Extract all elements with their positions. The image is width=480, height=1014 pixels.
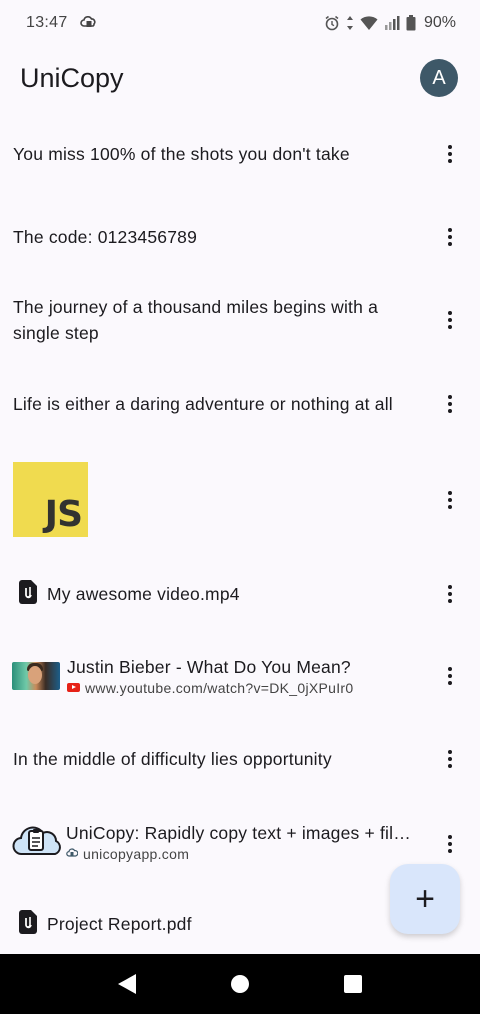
unicopy-notification-icon	[79, 14, 98, 32]
battery-icon	[406, 15, 416, 31]
link-body: UniCopy: Rapidly copy text + images + fi…	[66, 823, 426, 862]
clip-text: Life is either a daring adventure or not…	[13, 394, 393, 414]
clip-text: The journey of a thousand miles begins w…	[13, 297, 379, 343]
app-title: UniCopy	[20, 62, 124, 93]
status-time: 13:47	[26, 14, 68, 31]
back-icon[interactable]	[117, 974, 136, 994]
list-item[interactable]: You miss 100% of the shots you don't tak…	[0, 132, 480, 176]
more-options-icon[interactable]	[439, 392, 461, 416]
javascript-logo-image: JS	[13, 462, 88, 537]
home-icon[interactable]	[230, 975, 249, 993]
plus-icon: +	[415, 880, 435, 918]
status-icons: 90%	[324, 14, 456, 32]
list-item[interactable]: The code: 0123456789	[0, 215, 480, 259]
attachment-file-icon	[13, 579, 47, 610]
more-options-icon[interactable]	[439, 225, 461, 249]
system-nav-bar	[0, 954, 480, 1014]
unicopy-cloud-icon	[12, 822, 66, 863]
link-url: unicopyapp.com	[83, 845, 190, 862]
link-title: Justin Bieber - What Do You Mean?	[67, 656, 351, 677]
more-options-icon[interactable]	[439, 747, 461, 771]
battery-percent: 90%	[423, 14, 456, 31]
status-bar: 13:47 90%	[0, 0, 480, 46]
youtube-icon	[67, 683, 80, 692]
clip-text: The code: 0123456789	[13, 227, 198, 247]
more-options-icon[interactable]	[439, 142, 461, 166]
alarm-icon	[324, 15, 340, 31]
list-item[interactable]: Justin Bieber - What Do You Mean? www.yo…	[0, 650, 480, 702]
list-item[interactable]: JS	[0, 462, 480, 537]
recents-icon[interactable]	[344, 975, 363, 993]
more-options-icon[interactable]	[439, 488, 461, 512]
more-options-icon[interactable]	[439, 832, 461, 856]
file-name: My awesome video.mp4	[47, 583, 240, 604]
video-thumbnail	[12, 662, 60, 690]
account-avatar[interactable]: A	[420, 59, 458, 97]
list-item[interactable]: In the middle of difficulty lies opportu…	[0, 737, 480, 781]
link-url: www.youtube.com/watch?v=DK_0jXPuIr0	[85, 679, 354, 696]
list-item[interactable]: The journey of a thousand miles begins w…	[0, 294, 480, 346]
more-options-icon[interactable]	[439, 582, 461, 606]
signal-icon	[384, 15, 400, 31]
link-domain: www.youtube.com/watch?v=DK_0jXPuIr0	[67, 680, 427, 696]
link-title: UniCopy: Rapidly copy text + images + fi…	[66, 822, 411, 843]
site-favicon-icon	[66, 846, 79, 862]
data-arrows-icon	[346, 15, 354, 31]
wifi-icon	[360, 15, 378, 31]
avatar-letter: A	[432, 66, 446, 89]
link-domain: unicopyapp.com	[66, 846, 426, 862]
attachment-file-icon	[13, 909, 47, 940]
app-bar: UniCopy A	[0, 46, 480, 110]
more-options-icon[interactable]	[439, 308, 461, 332]
list-item[interactable]: UniCopy: Rapidly copy text + images + fi…	[0, 816, 480, 868]
link-body: Justin Bieber - What Do You Mean? www.yo…	[67, 657, 427, 696]
file-name: Project Report.pdf	[47, 913, 192, 934]
clip-text: You miss 100% of the shots you don't tak…	[13, 144, 350, 164]
clip-text: In the middle of difficulty lies opportu…	[13, 749, 332, 769]
add-clip-button[interactable]: +	[390, 864, 460, 934]
list-item[interactable]: Life is either a daring adventure or not…	[0, 382, 480, 426]
more-options-icon[interactable]	[439, 664, 461, 688]
list-item[interactable]: My awesome video.mp4	[0, 576, 480, 612]
